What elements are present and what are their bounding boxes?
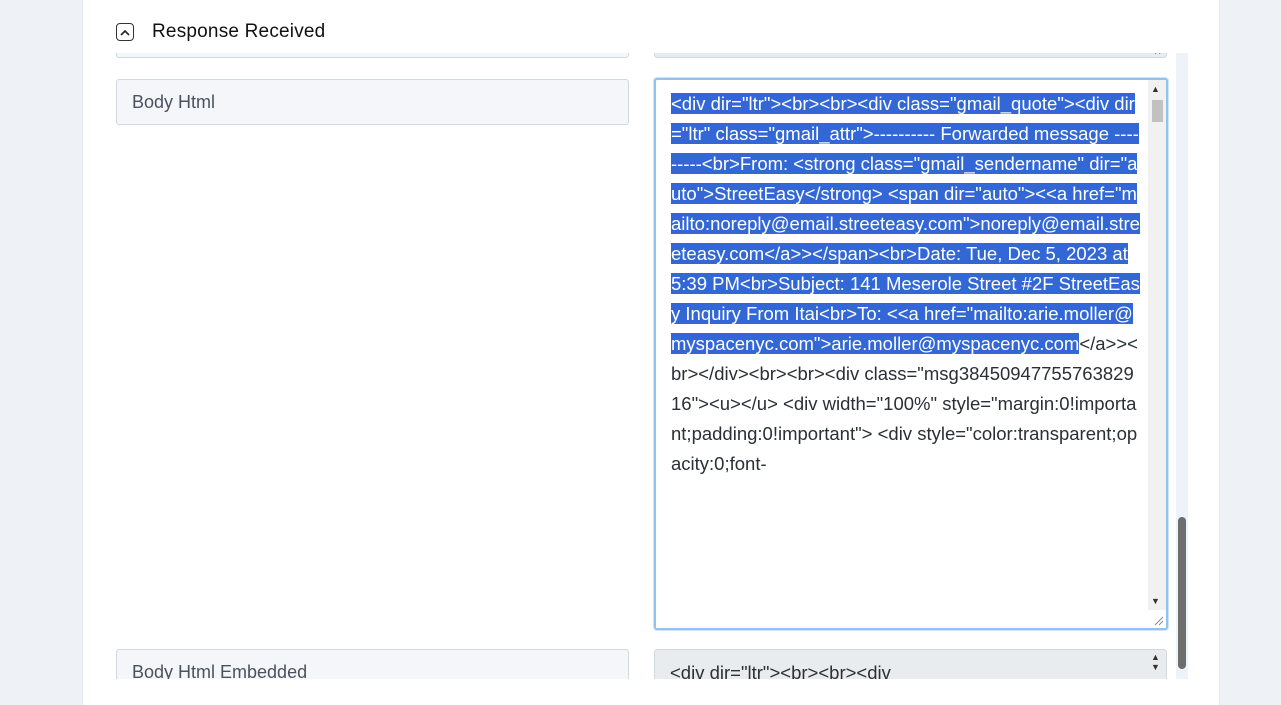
previous-field-value[interactable] bbox=[654, 53, 1167, 58]
body-html-embedded-textarea[interactable]: <div dir="ltr"><br><br><div ▲ ▼ bbox=[654, 649, 1167, 679]
scroll-up-arrow-icon[interactable]: ▲ bbox=[1151, 84, 1160, 94]
field-label-text: Body Html Embedded bbox=[132, 661, 308, 680]
textarea-scroll-thumb[interactable] bbox=[1152, 100, 1163, 122]
resize-handle-icon[interactable] bbox=[1152, 53, 1164, 55]
resize-handle-icon[interactable] bbox=[1152, 614, 1164, 626]
scroll-up-arrow-icon[interactable]: ▲ bbox=[1151, 652, 1160, 662]
section-title: Response Received bbox=[152, 21, 326, 42]
selected-text: <div dir="ltr"><br><br><div class="gmail… bbox=[671, 93, 1140, 354]
fields-scroll-area: Body Html <div dir="ltr"><br><br><div cl… bbox=[83, 53, 1219, 679]
field-label-body-html-embedded: Body Html Embedded bbox=[116, 649, 629, 679]
page-scroll-thumb[interactable] bbox=[1178, 517, 1186, 669]
embedded-textarea-scrollbar[interactable]: ▲ ▼ bbox=[1148, 650, 1166, 679]
collapse-button[interactable] bbox=[116, 23, 134, 41]
field-label-body-html: Body Html bbox=[116, 79, 629, 125]
previous-field-label bbox=[116, 53, 629, 58]
unselected-text: </a>><br></div><br><br><div class="msg38… bbox=[671, 333, 1138, 474]
body-html-content: <div dir="ltr"><br><br><div class="gmail… bbox=[671, 89, 1141, 479]
field-label-text: Body Html bbox=[132, 91, 216, 112]
textarea-scrollbar[interactable]: ▲ ▼ bbox=[1148, 80, 1166, 610]
body-html-embedded-content: <div dir="ltr"><br><br><div bbox=[670, 662, 891, 679]
scroll-down-arrow-icon[interactable]: ▼ bbox=[1151, 662, 1160, 672]
page-scrollbar[interactable] bbox=[1176, 53, 1188, 679]
body-html-textarea[interactable]: <div dir="ltr"><br><br><div class="gmail… bbox=[654, 78, 1168, 630]
chevron-up-icon bbox=[120, 29, 130, 36]
scroll-down-arrow-icon[interactable]: ▼ bbox=[1151, 596, 1160, 606]
section-header: Response Received bbox=[116, 18, 325, 46]
